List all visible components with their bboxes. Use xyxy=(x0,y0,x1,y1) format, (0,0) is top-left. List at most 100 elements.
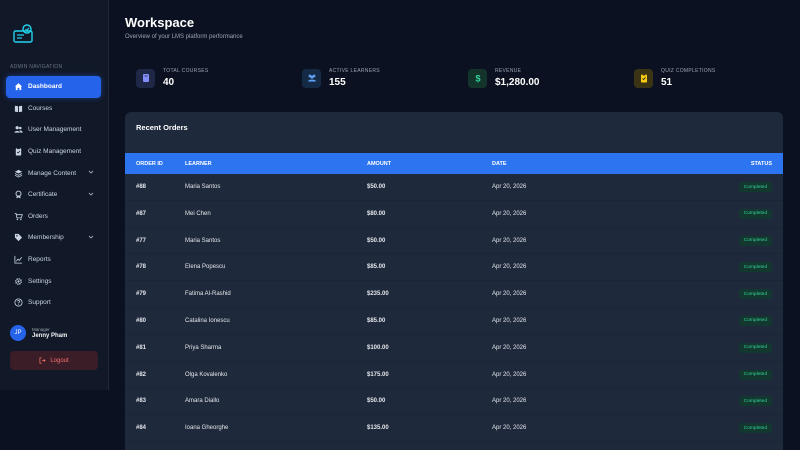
stat-quiz-completions: QUIZ COMPLETIONS 51 xyxy=(634,66,716,90)
panel-title: Recent Orders xyxy=(136,123,188,132)
tag-icon xyxy=(14,233,23,242)
amount-cell: $100.00 xyxy=(367,344,389,351)
clipboard-check-icon xyxy=(634,68,653,88)
status-badge: Completed xyxy=(738,208,772,219)
stat-active-learners: ACTIVE LEARNERS 155 xyxy=(302,66,380,90)
order-id-cell: #77 xyxy=(136,237,147,244)
table-row[interactable]: #84 Ioana Gheorghe $135.00 Apr 20, 2026 Comp… xyxy=(125,415,783,442)
date-cell: Apr 20, 2026 xyxy=(492,398,527,405)
amount-cell: $80.00 xyxy=(367,210,386,217)
order-id-cell: #84 xyxy=(136,425,147,432)
table-row[interactable]: #87 Mei Chen $80.00 Apr 20, 2026 Completed xyxy=(125,201,783,228)
sidebar-item-label: Manage Content xyxy=(28,169,77,177)
table-row[interactable]: #77 Maria Santos $50.00 Apr 20, 2026 Complet… xyxy=(125,228,783,255)
sidebar-item-label: Support xyxy=(28,299,51,307)
stat-value: 155 xyxy=(329,77,346,88)
order-id-cell: #79 xyxy=(136,291,147,298)
logout-button[interactable]: Logout xyxy=(10,351,98,370)
user-name: Jenny Pham xyxy=(32,333,68,339)
date-cell: Apr 20, 2026 xyxy=(492,371,527,378)
date-cell: Apr 20, 2026 xyxy=(492,184,527,190)
date-cell: Apr 20, 2026 xyxy=(492,237,527,244)
logout-label: Logout xyxy=(50,357,69,364)
table-row[interactable]: #78 Elena Popescu $85.00 Apr 20, 2026 Comple… xyxy=(125,254,783,282)
sidebar-item-support[interactable]: Support xyxy=(6,292,101,314)
column-header-amount[interactable]: AMOUNT xyxy=(367,161,391,167)
sidebar-item-membership[interactable]: Membership xyxy=(6,227,101,249)
sidebar-item-label: User Management xyxy=(28,126,82,134)
logo-icon[interactable] xyxy=(12,22,36,46)
learner-cell: Mei Chen xyxy=(185,210,211,217)
layers-icon xyxy=(14,169,23,178)
award-icon xyxy=(14,190,23,199)
stat-value: 40 xyxy=(163,77,175,88)
order-id-cell: #80 xyxy=(136,317,147,324)
learner-cell: Maria Santos xyxy=(185,237,221,244)
order-id-cell: #82 xyxy=(136,371,147,378)
sidebar-item-courses[interactable]: Courses xyxy=(6,98,101,120)
date-cell: Apr 20, 2026 xyxy=(492,344,527,351)
chevron-down-icon[interactable] xyxy=(88,169,94,175)
table-row[interactable]: #80 Catalina Ionescu $85.00 Apr 20, 2026 Com… xyxy=(125,308,783,335)
recent-orders-panel: Recent Orders ORDER ID LEARNER AMOUNT DA… xyxy=(125,112,783,450)
chevron-down-icon[interactable] xyxy=(88,191,94,197)
sidebar-item-label: Certificate xyxy=(28,191,58,199)
table-row[interactable]: #88 Maria Santos $50.00 Apr 20, 2026 Complet… xyxy=(125,174,783,201)
order-id-cell: #81 xyxy=(136,344,147,351)
sidebar-item-certificate[interactable]: Certificate xyxy=(6,184,101,206)
sidebar-item-reports[interactable]: Reports xyxy=(6,249,101,271)
learner-cell: Olga Kovalenko xyxy=(185,371,228,378)
column-header-status[interactable]: STATUS xyxy=(751,161,772,167)
table-row[interactable]: #79 Fatima Al-Rashid $235.00 Apr 20, 2026 Co… xyxy=(125,281,783,308)
column-header-order-id[interactable]: ORDER ID xyxy=(136,161,163,167)
learner-cell: Elena Popescu xyxy=(185,264,226,271)
avatar: JP xyxy=(10,325,26,341)
learner-cell: Amara Diallo xyxy=(185,398,220,405)
status-badge: Completed xyxy=(738,289,772,300)
stat-label: TOTAL COURSES xyxy=(163,68,209,74)
sidebar-item-dashboard[interactable]: Dashboard xyxy=(6,76,101,98)
learner-cell: Fatima Al-Rashid xyxy=(185,291,231,298)
amount-cell: $85.00 xyxy=(367,264,386,271)
amount-cell: $135.00 xyxy=(367,425,389,432)
learner-cell: Catalina Ionescu xyxy=(185,317,230,324)
table-row[interactable]: #82 Olga Kovalenko $175.00 Apr 20, 2026 Comp… xyxy=(125,362,783,389)
amount-cell: $50.00 xyxy=(367,398,386,405)
column-header-learner[interactable]: LEARNER xyxy=(185,161,212,167)
user-profile[interactable]: JP Manager Jenny Pham xyxy=(10,323,102,343)
stat-label: REVENUE xyxy=(495,68,522,74)
users-icon xyxy=(302,68,321,88)
stat-revenue: $ REVENUE $1,280.00 xyxy=(468,66,540,90)
sidebar-item-user-management[interactable]: User Management xyxy=(6,119,101,141)
amount-cell: $50.00 xyxy=(367,237,386,244)
status-badge: Completed xyxy=(738,423,772,434)
sidebar-item-manage-content[interactable]: Manage Content xyxy=(6,162,101,184)
order-id-cell: #88 xyxy=(136,184,147,190)
sidebar-item-quiz-management[interactable]: Quiz Management xyxy=(6,141,101,163)
chevron-down-icon[interactable] xyxy=(88,234,94,240)
amount-cell: $85.00 xyxy=(367,317,386,324)
learner-cell: Ioana Gheorghe xyxy=(185,425,229,432)
column-header-date[interactable]: DATE xyxy=(492,161,507,167)
sidebar: ADMIN NAVIGATION Dashboard Courses User … xyxy=(0,0,109,390)
sidebar-item-settings[interactable]: Settings xyxy=(6,270,101,292)
sidebar-nav: Dashboard Courses User Management Quiz M… xyxy=(6,76,101,314)
table-row[interactable]: #81 Priya Sharma $100.00 Apr 20, 2026 Comple… xyxy=(125,335,783,362)
help-icon xyxy=(14,298,23,307)
page-title: Workspace xyxy=(125,15,195,30)
stat-value: $1,280.00 xyxy=(495,77,540,88)
amount-cell: $235.00 xyxy=(367,291,389,298)
order-id-cell: #83 xyxy=(136,398,147,405)
sidebar-item-orders[interactable]: Orders xyxy=(6,206,101,228)
sidebar-item-label: Membership xyxy=(28,234,64,242)
status-badge: Completed xyxy=(738,396,772,407)
book-icon xyxy=(136,68,155,88)
amount-cell: $50.00 xyxy=(367,184,386,190)
table-header: ORDER ID LEARNER AMOUNT DATE STATUS xyxy=(125,153,783,174)
status-badge: Completed xyxy=(738,262,772,273)
sidebar-item-label: Reports xyxy=(28,256,51,264)
stat-total-courses: TOTAL COURSES 40 xyxy=(136,66,208,90)
table-body: #88 Maria Santos $50.00 Apr 20, 2026 Complet… xyxy=(125,174,783,442)
table-row[interactable]: #83 Amara Diallo $50.00 Apr 20, 2026 Complet… xyxy=(125,388,783,416)
status-badge: Completed xyxy=(738,369,772,380)
